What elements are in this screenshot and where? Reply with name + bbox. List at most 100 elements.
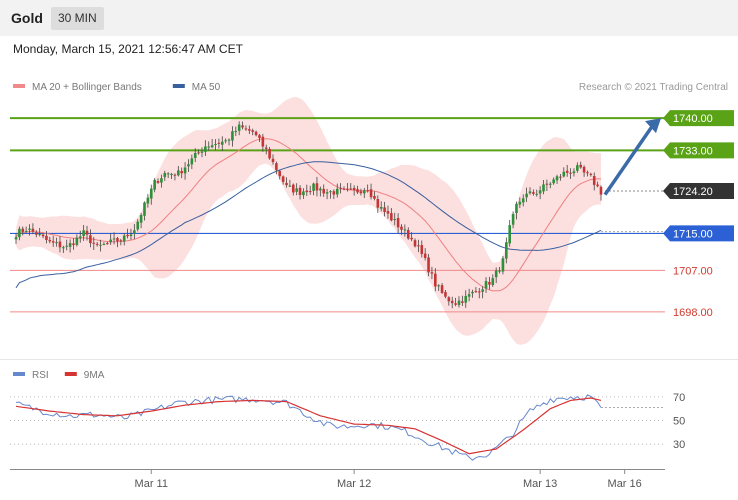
candle-body [173,174,177,176]
current-price-label: 1724.20 [673,186,713,198]
candle-body [224,140,227,142]
candle-body [48,239,52,242]
candle-body [214,144,217,146]
candle-body [366,190,369,192]
candle-body [190,158,194,165]
candle-body [440,285,444,293]
rsi-ma-line [15,397,602,455]
candle-body [559,176,562,178]
candle-body [390,213,393,221]
candle-body [248,129,251,131]
candle-body [275,163,278,170]
candle-body [572,171,576,174]
candle-body [386,211,390,214]
candle-body [264,147,268,149]
candle-body [562,171,566,177]
rsi-tick-50: 50 [673,416,685,428]
candle-body [555,176,559,181]
price-chart: MA 20 + Bollinger Bands MA 50 Research © 2… [0,82,738,490]
rsi-legend-swatch-1 [64,372,77,376]
candle-body [393,219,397,221]
candle-body [78,236,82,239]
candle-body [491,278,495,286]
candle-body [122,235,126,242]
candle-body [92,242,96,244]
candle-body [271,158,275,163]
candle-body [149,188,153,199]
candle-body [55,242,58,244]
candle-body [207,146,211,148]
candle-body [437,285,440,287]
level-label: 1698.00 [673,307,713,319]
x-tick-label-0: Mar 11 [135,478,168,490]
x-tick-label-1: Mar 12 [337,478,371,490]
candle-body [244,128,248,130]
candle-body [373,196,376,199]
candle-body [427,257,430,273]
candle-body [28,228,31,230]
candle-body [288,185,292,187]
candle-body [505,242,508,259]
candle-body [62,247,65,249]
candle-body [14,237,18,240]
candle-body [400,226,403,230]
candle-body [143,202,146,216]
candle-body [305,190,309,193]
candle-body [346,188,349,190]
candle-body [177,170,180,176]
candle-body [139,214,143,223]
legend-label-1: MA 50 [192,82,221,93]
candle-body [204,146,207,152]
candle-body [31,228,35,232]
candle-body [339,188,342,190]
level-label: 1740.00 [673,113,713,125]
candle-body [349,188,353,190]
candle-body [281,176,285,182]
candle-body [444,292,447,297]
candle-body [477,291,481,293]
candle-body [403,229,407,231]
candle-body [423,253,427,258]
candle-body [234,131,238,133]
candle-body [187,164,190,167]
candle-body [18,228,21,238]
price-legend: MA 20 + Bollinger Bands MA 50 [13,82,221,93]
candle-body [251,130,255,132]
candle-body [511,213,515,225]
candle-body [89,235,92,244]
candle-body [569,172,572,174]
rsi-tick-30: 30 [673,439,685,451]
candle-body [153,179,156,190]
candle-body [75,237,79,245]
x-tick-label-2: Mar 13 [523,478,557,490]
candle-body [379,207,383,209]
candle-body [241,125,244,128]
candle-body [308,191,312,193]
candle-body [102,243,106,245]
candle-body [312,183,315,191]
candle-body [454,303,457,305]
candle-body [434,273,437,287]
candle-body [552,179,555,184]
level-label: 1733.00 [673,145,713,157]
candle-body [332,191,336,195]
candle-body [295,188,298,192]
candle-body [535,193,539,195]
candle-body [291,184,295,193]
candle-body [237,124,241,131]
candle-body [51,241,55,243]
candle-body [217,142,221,144]
rsi-legend-label-1: 9MA [84,370,105,381]
candle-body [197,152,200,154]
candle-body [352,187,356,190]
candle-body [82,230,85,236]
candle-body [376,199,380,208]
candle-body [430,272,434,274]
candle-body [410,237,413,240]
candle-body [406,229,410,239]
rsi-tick-70: 70 [673,392,685,404]
candle-body [521,198,525,203]
candle-body [68,243,72,247]
candle-body [461,301,464,303]
candle-body [319,188,322,191]
